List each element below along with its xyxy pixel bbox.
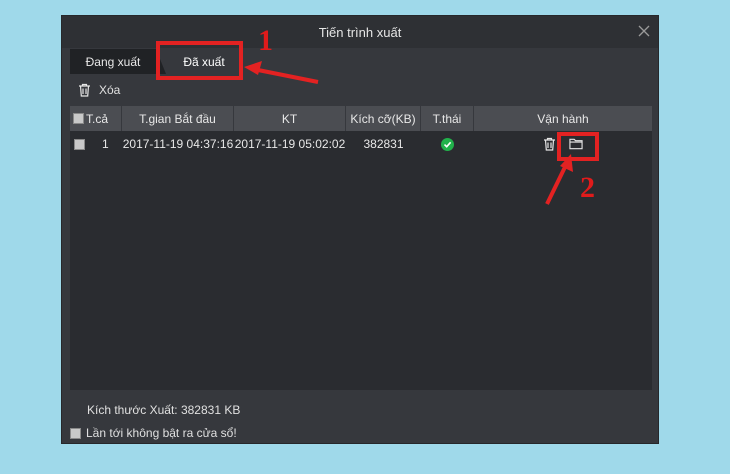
header-status: T.thái [421,106,474,131]
select-all-checkbox[interactable] [73,113,84,124]
close-icon[interactable] [638,25,650,37]
tab-exporting-label: Đang xuất [85,54,141,69]
delete-button[interactable]: Xóa [78,83,120,97]
row-checkbox[interactable] [74,138,85,150]
no-popup-option[interactable]: Lần tới không bật ra cửa sổ! [70,426,237,440]
no-popup-label: Lần tới không bật ra cửa sổ! [86,426,237,440]
row-end-time: 2017-11-19 05:02:02 [234,137,346,151]
row-start-time: 2017-11-19 04:37:16 [122,137,234,151]
row-select-cell: 1 [70,131,122,157]
no-popup-checkbox[interactable] [70,427,81,439]
annotation-number-1: 1 [258,24,273,57]
table-header: T.cả T.gian Bắt đầu KT Kích cỡ(KB) T.thá… [70,106,652,131]
delete-label: Xóa [99,83,121,97]
check-circle-icon [441,137,454,151]
header-start-time: T.gian Bắt đầu [122,106,234,131]
export-size-text: Kích thước Xuất: 382831 KB [87,403,241,417]
trash-icon [79,83,90,97]
annotation-box-1 [156,41,243,80]
toolbar: Xóa [78,80,120,100]
header-actions: Vận hành [537,111,589,126]
header-select-all[interactable]: T.cả [70,106,122,131]
header-end-time: KT [234,106,346,131]
tab-exporting[interactable]: Đang xuất [70,49,166,74]
row-index: 1 [102,137,109,151]
header-size: Kích cỡ(KB) [346,106,421,131]
annotation-box-2 [557,132,599,161]
annotation-number-2: 2 [580,171,595,204]
title-bar: Tiến trình xuất [62,16,658,48]
trash-icon[interactable] [543,137,557,151]
row-status [421,131,474,157]
header-label-all: T.cả [86,111,109,126]
export-progress-dialog: Tiến trình xuất Đang xuất Đã xuất Xóa T.… [61,15,659,444]
row-size: 382831 [363,137,404,151]
window-title: Tiến trình xuất [318,24,402,40]
